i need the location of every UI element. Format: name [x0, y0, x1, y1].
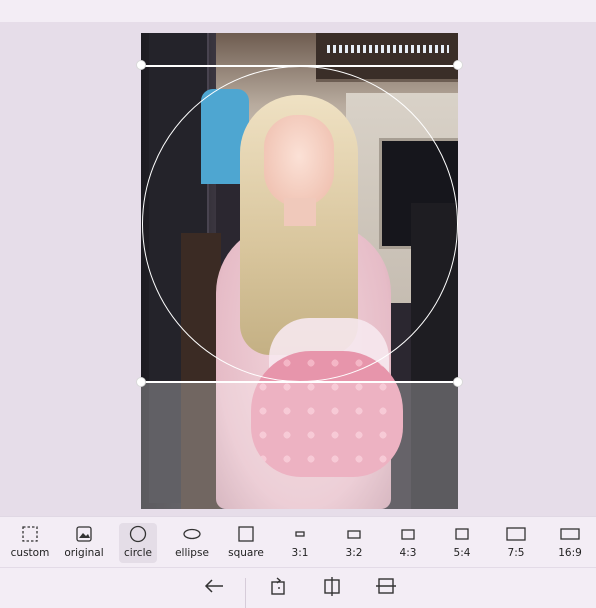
tool-label: 3:2: [345, 547, 363, 559]
circle-icon: [129, 523, 147, 545]
crop-handle-top-left[interactable]: [136, 60, 146, 70]
tool-ratio-4-3[interactable]: 4:3: [386, 523, 430, 563]
dashed-square-icon: [21, 523, 39, 545]
crop-handle-bottom-right[interactable]: [453, 377, 463, 387]
tool-custom[interactable]: custom: [8, 523, 52, 563]
bottom-action-bar: [0, 567, 596, 608]
back-button[interactable]: [196, 572, 232, 604]
ratio-16-9-icon: [559, 523, 581, 545]
ratio-7-5-icon: [505, 523, 527, 545]
flip-vertical-button[interactable]: [368, 572, 404, 604]
tool-original[interactable]: original: [62, 523, 106, 563]
crop-outside-mask: [141, 382, 458, 509]
flip-horizontal-button[interactable]: [314, 572, 350, 604]
ratio-3-1-icon: [291, 523, 309, 545]
tool-ratio-5-4[interactable]: 5:4: [440, 523, 484, 563]
ellipse-icon: [182, 523, 202, 545]
tool-label: 5:4: [453, 547, 471, 559]
tool-label: custom: [10, 547, 50, 559]
tool-label: 3:1: [291, 547, 309, 559]
tool-label: 4:3: [399, 547, 417, 559]
tool-label: square: [228, 547, 264, 559]
tool-label: 7:5: [507, 547, 525, 559]
rotate-icon: [268, 576, 288, 600]
ratio-3-2-icon: [345, 523, 363, 545]
tool-label: 16:9: [558, 547, 582, 559]
crop-circle-outline[interactable]: [142, 66, 458, 382]
action-divider: [245, 578, 246, 608]
photo-ceiling-lights: [327, 45, 449, 53]
tool-ratio-7-5[interactable]: 7:5: [494, 523, 538, 563]
flip-vertical-icon: [376, 576, 396, 600]
tool-ratio-3-1[interactable]: 3:1: [278, 523, 322, 563]
back-arrow-icon: [203, 578, 225, 598]
tool-ratio-3-2[interactable]: 3:2: [332, 523, 376, 563]
crop-shape-toolbar: custom original circle ellipse square 3:…: [0, 516, 596, 567]
ratio-5-4-icon: [453, 523, 471, 545]
tool-label: original: [64, 547, 104, 559]
tool-circle[interactable]: circle: [119, 523, 157, 563]
image-icon: [75, 523, 93, 545]
tool-ratio-16-9[interactable]: 16:9: [548, 523, 592, 563]
square-icon: [237, 523, 255, 545]
rotate-button[interactable]: [260, 572, 296, 604]
tool-ellipse[interactable]: ellipse: [170, 523, 214, 563]
crop-handle-bottom-left[interactable]: [136, 377, 146, 387]
tool-label: circle: [124, 547, 152, 559]
flip-horizontal-icon: [322, 576, 342, 600]
tool-square[interactable]: square: [224, 523, 268, 563]
top-status-bar: [0, 0, 596, 22]
crop-handle-top-right[interactable]: [453, 60, 463, 70]
tool-label: ellipse: [175, 547, 209, 559]
ratio-4-3-icon: [399, 523, 417, 545]
